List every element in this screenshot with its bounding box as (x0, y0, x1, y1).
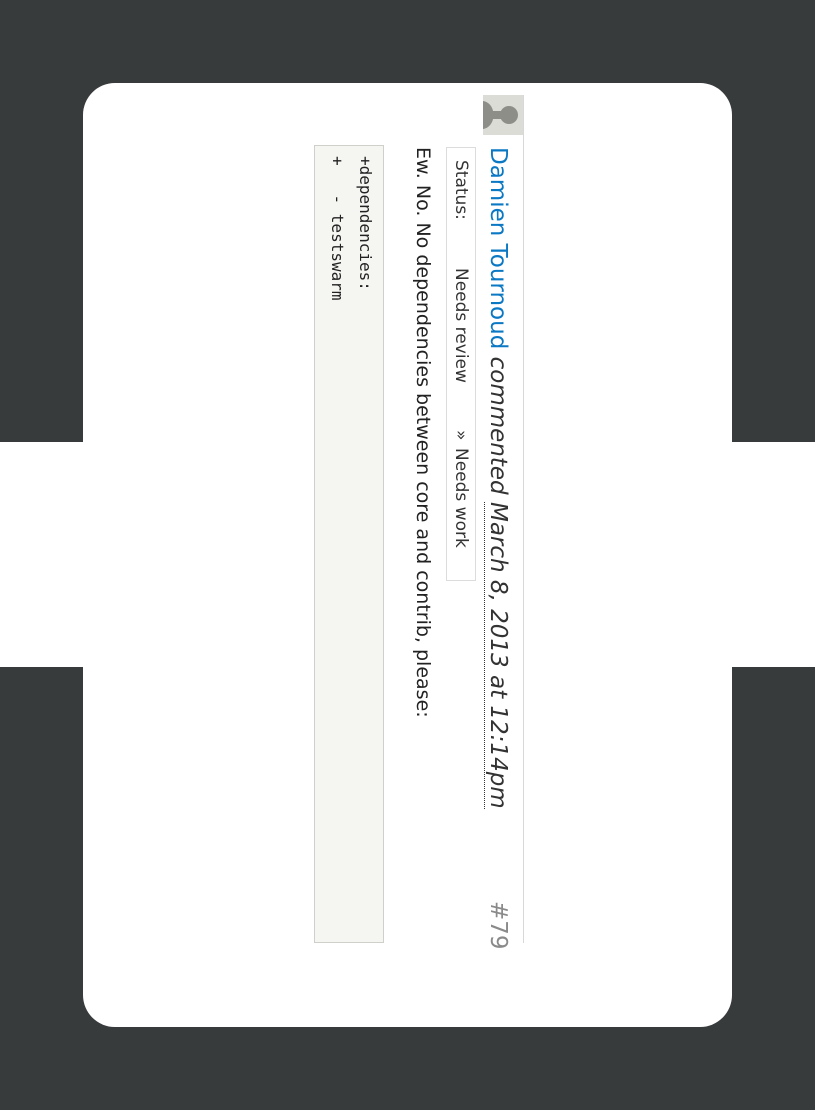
author-link[interactable]: Damien Tournoud (485, 147, 511, 349)
comment-body: Ew. No. No dependencies between core and… (412, 147, 434, 718)
comment-action-text: commented (485, 356, 511, 495)
comment-card: Damien Tournoud commented March 8, 2013 … (83, 83, 732, 1027)
left-background-band (0, 442, 84, 667)
status-old-value: Needs review (451, 268, 471, 383)
comment-header: Damien Tournoud commented March 8, 2013 … (484, 147, 512, 947)
comment-permalink[interactable]: #79 (484, 901, 512, 950)
status-new-value: Needs work (451, 448, 471, 548)
code-line: +dependencies: (356, 156, 375, 291)
status-change-box: Status: Needs review » Needs work (446, 147, 476, 581)
right-background-band (731, 442, 815, 667)
comment-date-link[interactable]: March 8, 2013 at 12:14pm (484, 501, 511, 809)
avatar-silhouette-icon (483, 95, 523, 135)
code-line: + - testswarm (328, 156, 347, 301)
status-arrow-icon: » (451, 430, 471, 441)
status-label: Status: (451, 160, 471, 220)
user-avatar-icon[interactable] (483, 95, 523, 135)
code-block: +dependencies: + - testswarm (314, 145, 384, 943)
comment-divider (523, 95, 524, 943)
comment-content: Damien Tournoud commented March 8, 2013 … (84, 95, 524, 975)
